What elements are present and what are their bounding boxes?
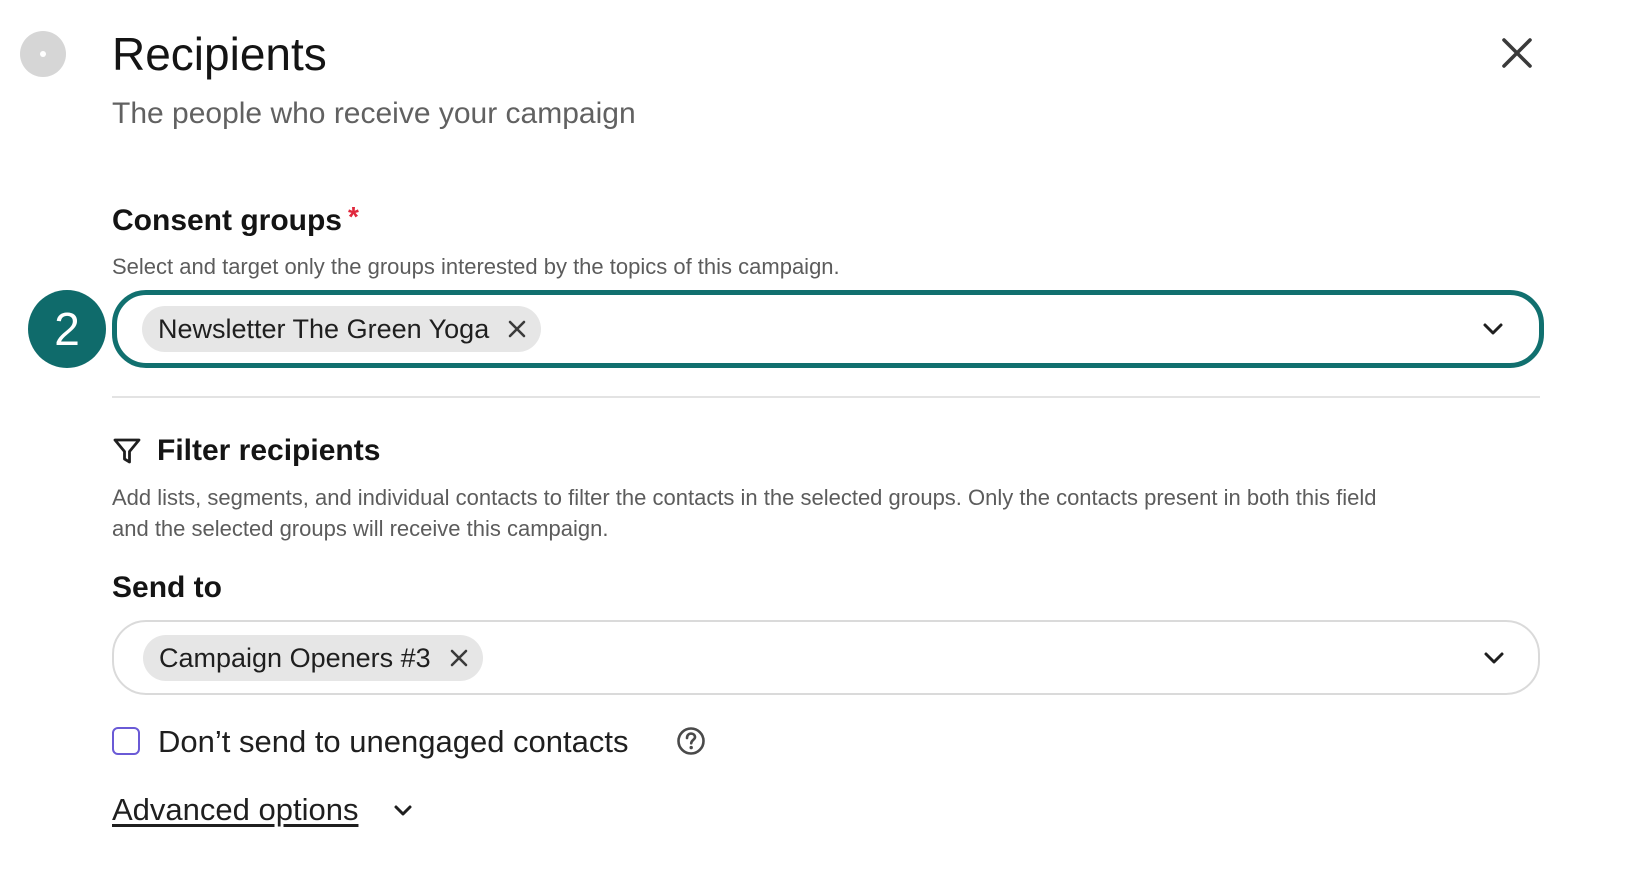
filter-recipients-title: Filter recipients — [157, 434, 381, 467]
consent-groups-label: Consent groups * — [112, 201, 359, 240]
chevron-down-icon[interactable] — [1481, 645, 1507, 671]
step-number-badge: 2 — [28, 290, 106, 368]
consent-groups-help: Select and target only the groups intere… — [112, 254, 840, 279]
required-mark: * — [348, 201, 359, 232]
filter-help-line-1: Add lists, segments, and individual cont… — [112, 485, 1377, 510]
close-icon — [1502, 38, 1532, 68]
filter-recipients-help: Add lists, segments, and individual cont… — [112, 482, 1552, 544]
chevron-down-icon[interactable] — [390, 798, 416, 824]
page-title: Recipients — [112, 28, 327, 80]
page-subtitle: The people who receive your campaign — [112, 97, 636, 130]
consent-groups-label-text: Consent groups — [112, 204, 342, 237]
filter-icon — [113, 438, 141, 464]
selected-chip: Newsletter The Green Yoga — [142, 306, 542, 352]
remove-chip-button[interactable] — [449, 648, 469, 668]
close-icon — [450, 649, 467, 667]
section-divider — [112, 396, 1540, 398]
unengaged-checkbox[interactable] — [112, 727, 140, 755]
filter-help-line-2: and the selected groups will receive thi… — [112, 516, 609, 541]
send-to-label: Send to — [112, 571, 222, 604]
close-icon — [508, 320, 526, 338]
question-circle-icon[interactable] — [676, 726, 706, 756]
chevron-down-icon[interactable] — [1480, 316, 1506, 342]
remove-chip-button[interactable] — [507, 319, 527, 339]
chip-label: Newsletter The Green Yoga — [158, 313, 490, 344]
chip-label: Campaign Openers #3 — [159, 642, 431, 673]
unengaged-checkbox-label[interactable]: Don’t send to unengaged contacts — [158, 722, 629, 762]
send-to-select[interactable]: Campaign Openers #3 — [112, 620, 1540, 695]
step-indicator — [20, 31, 66, 77]
advanced-options-link[interactable]: Advanced options — [112, 790, 358, 830]
selected-chip: Campaign Openers #3 — [143, 635, 483, 681]
consent-groups-select[interactable]: Newsletter The Green Yoga — [112, 290, 1544, 368]
close-button[interactable] — [1494, 30, 1540, 76]
